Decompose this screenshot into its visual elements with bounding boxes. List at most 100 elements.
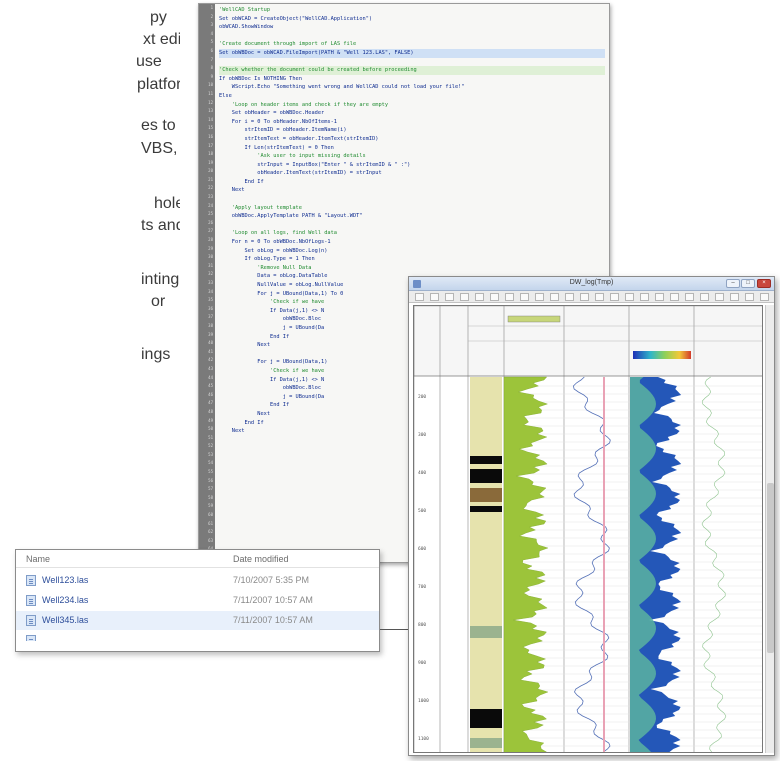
side-text-line: inting, — [141, 271, 180, 288]
toolbar-tool-icon[interactable] — [565, 293, 574, 301]
window-title: DW_log(Tmp) — [569, 279, 614, 286]
code-line[interactable] — [219, 221, 605, 230]
code-comment-line[interactable]: 'WellCAD Startup — [219, 6, 605, 15]
toolbar-tool-icon[interactable] — [490, 293, 499, 301]
code-line[interactable]: strItemText = obHeader.ItemText(strItemI… — [219, 135, 605, 144]
code-line[interactable] — [219, 58, 605, 67]
line-number-gutter: 1 2 3 4 5 6 7 8 9 10 11 12 13 14 15 16 17 18 19 20 21 22 23 24 2… — [199, 4, 215, 562]
code-line[interactable]: If obWBDoc Is NOTHING Then — [219, 75, 605, 84]
lithology-column — [470, 377, 502, 752]
toolbar-tool-icon[interactable] — [475, 293, 484, 301]
toolbar-tool-icon[interactable] — [415, 293, 424, 301]
code-line[interactable]: Set obHeader = obWBDoc.Header — [219, 109, 605, 118]
code-line[interactable]: Else — [219, 92, 605, 101]
line-number: 11 — [208, 90, 213, 96]
toolbar-tool-icon[interactable] — [655, 293, 664, 301]
code-line[interactable]: Set obLog = obWBDoc.Log(n) — [219, 247, 605, 256]
toolbar-tool-icon[interactable] — [430, 293, 439, 301]
code-comment-line[interactable]: 'Remove Null Data — [219, 264, 605, 273]
code-line[interactable]: Set obWCAD = CreateObject("WellCAD.Appli… — [219, 15, 605, 24]
line-number: 7 — [210, 56, 213, 62]
toolbar-tool-icon[interactable] — [625, 293, 634, 301]
depth-label: 800 — [418, 622, 426, 628]
line-number: 39 — [208, 331, 213, 337]
maximize-button[interactable]: □ — [741, 279, 755, 288]
close-button[interactable]: × — [757, 279, 771, 288]
toolbar-tool-icon[interactable] — [640, 293, 649, 301]
file-row-partial[interactable] — [16, 631, 379, 641]
toolbar-tool-icon[interactable] — [730, 293, 739, 301]
toolbar-tool-icon[interactable] — [580, 293, 589, 301]
code-line[interactable]: WScript.Echo "Something went wrong and W… — [219, 83, 605, 92]
column-header-name[interactable]: Name — [26, 554, 50, 564]
code-comment-line[interactable]: 'Ask user to input missing details — [219, 152, 605, 161]
toolbar-tool-icon[interactable] — [535, 293, 544, 301]
code-line[interactable] — [219, 32, 605, 41]
minimize-button[interactable]: – — [726, 279, 740, 288]
vertical-scrollbar[interactable] — [765, 305, 774, 753]
las-file-icon — [26, 635, 36, 641]
scrollbar-thumb[interactable] — [767, 483, 774, 653]
coal-bed — [470, 456, 502, 464]
file-name: Well123.las — [42, 575, 89, 585]
code-line[interactable]: obWCAD.ShowWindow — [219, 23, 605, 32]
code-line[interactable]: For n = 0 To obWBDoc.NbOfLogs-1 — [219, 238, 605, 247]
color-scale-bar — [633, 351, 691, 359]
column-header-date-modified[interactable]: Date modified — [233, 554, 289, 564]
toolbar-tool-icon[interactable] — [685, 293, 694, 301]
code-line[interactable]: If Len(strItemText) = 0 Then — [219, 144, 605, 153]
line-number: 55 — [208, 469, 213, 475]
toolbar-tool-icon[interactable] — [445, 293, 454, 301]
line-number: 44 — [208, 374, 213, 380]
toolbar-tool-icon[interactable] — [760, 293, 769, 301]
log-display-area[interactable]: 200 300 400 500 600 700 800 900 1000 1100 — [413, 305, 763, 753]
code-line[interactable]: obHeader.ItemText(strItemID) = strInput — [219, 169, 605, 178]
connector-line — [380, 629, 410, 630]
line-number: 1 — [210, 5, 213, 10]
depth-label: 500 — [418, 508, 426, 514]
line-number: 53 — [208, 451, 213, 457]
code-line[interactable]: End If — [219, 178, 605, 187]
toolbar-tool-icon[interactable] — [610, 293, 619, 301]
code-line[interactable]: Set obWBDoc = obWCAD.FileImport(PATH & "… — [219, 48, 605, 58]
toolbar-tool-icon[interactable] — [595, 293, 604, 301]
line-number: 54 — [208, 460, 213, 466]
line-number: 46 — [208, 391, 213, 397]
code-line[interactable] — [219, 195, 605, 204]
toolbar-tool-icon[interactable] — [700, 293, 709, 301]
line-number: 31 — [208, 262, 213, 268]
toolbar-tool-icon[interactable] — [520, 293, 529, 301]
line-number: 57 — [208, 486, 213, 492]
code-line[interactable]: strInput = InputBox("Enter " & strItemID… — [219, 161, 605, 170]
file-row[interactable]: Well234.las 7/11/2007 10:57 AM — [16, 591, 379, 610]
well-log-viewer-window[interactable]: DW_log(Tmp) – □ × 200 300 400 500 600 700 800 9… — [408, 276, 775, 756]
code-line[interactable]: For i = 0 To obHeader.NbOfItems-1 — [219, 118, 605, 127]
line-number: 43 — [208, 365, 213, 371]
las-file-icon — [26, 575, 36, 586]
code-comment-line[interactable]: 'Check whether the document could be cre… — [219, 66, 605, 75]
line-number: 27 — [208, 228, 213, 234]
toolbar-tool-icon[interactable] — [550, 293, 559, 301]
toolbar-tool-icon[interactable] — [670, 293, 679, 301]
code-comment-line[interactable]: 'Loop on header items and check if they … — [219, 101, 605, 110]
code-line[interactable]: Next — [219, 186, 605, 195]
line-number: 49 — [208, 417, 213, 423]
side-text-line: ings — [141, 346, 171, 363]
line-number: 33 — [208, 280, 213, 285]
code-line[interactable]: If obLog.Type = 1 Then — [219, 255, 605, 264]
code-comment-line[interactable]: 'Loop on all logs, find Well data — [219, 229, 605, 238]
code-comment-line[interactable]: 'Create document through import of LAS f… — [219, 40, 605, 49]
toolbar-tool-icon[interactable] — [505, 293, 514, 301]
code-line[interactable]: obWBDoc.ApplyTemplate PATH & "Layout.WDT… — [219, 212, 605, 221]
toolbar-tool-icon[interactable] — [715, 293, 724, 301]
code-line[interactable]: strItemID = obHeader.ItemName(i) — [219, 126, 605, 135]
file-row-selected[interactable]: Well345.las 7/11/2007 10:57 AM — [16, 611, 379, 630]
toolbar-tool-icon[interactable] — [460, 293, 469, 301]
side-text-line: hole — [154, 195, 180, 212]
las-file-icon — [26, 615, 36, 626]
window-titlebar[interactable]: DW_log(Tmp) – □ × — [409, 277, 774, 291]
line-number: 45 — [208, 383, 213, 389]
code-comment-line[interactable]: 'Apply layout template — [219, 204, 605, 213]
file-row[interactable]: Well123.las 7/10/2007 5:35 PM — [16, 571, 379, 590]
toolbar-tool-icon[interactable] — [745, 293, 754, 301]
